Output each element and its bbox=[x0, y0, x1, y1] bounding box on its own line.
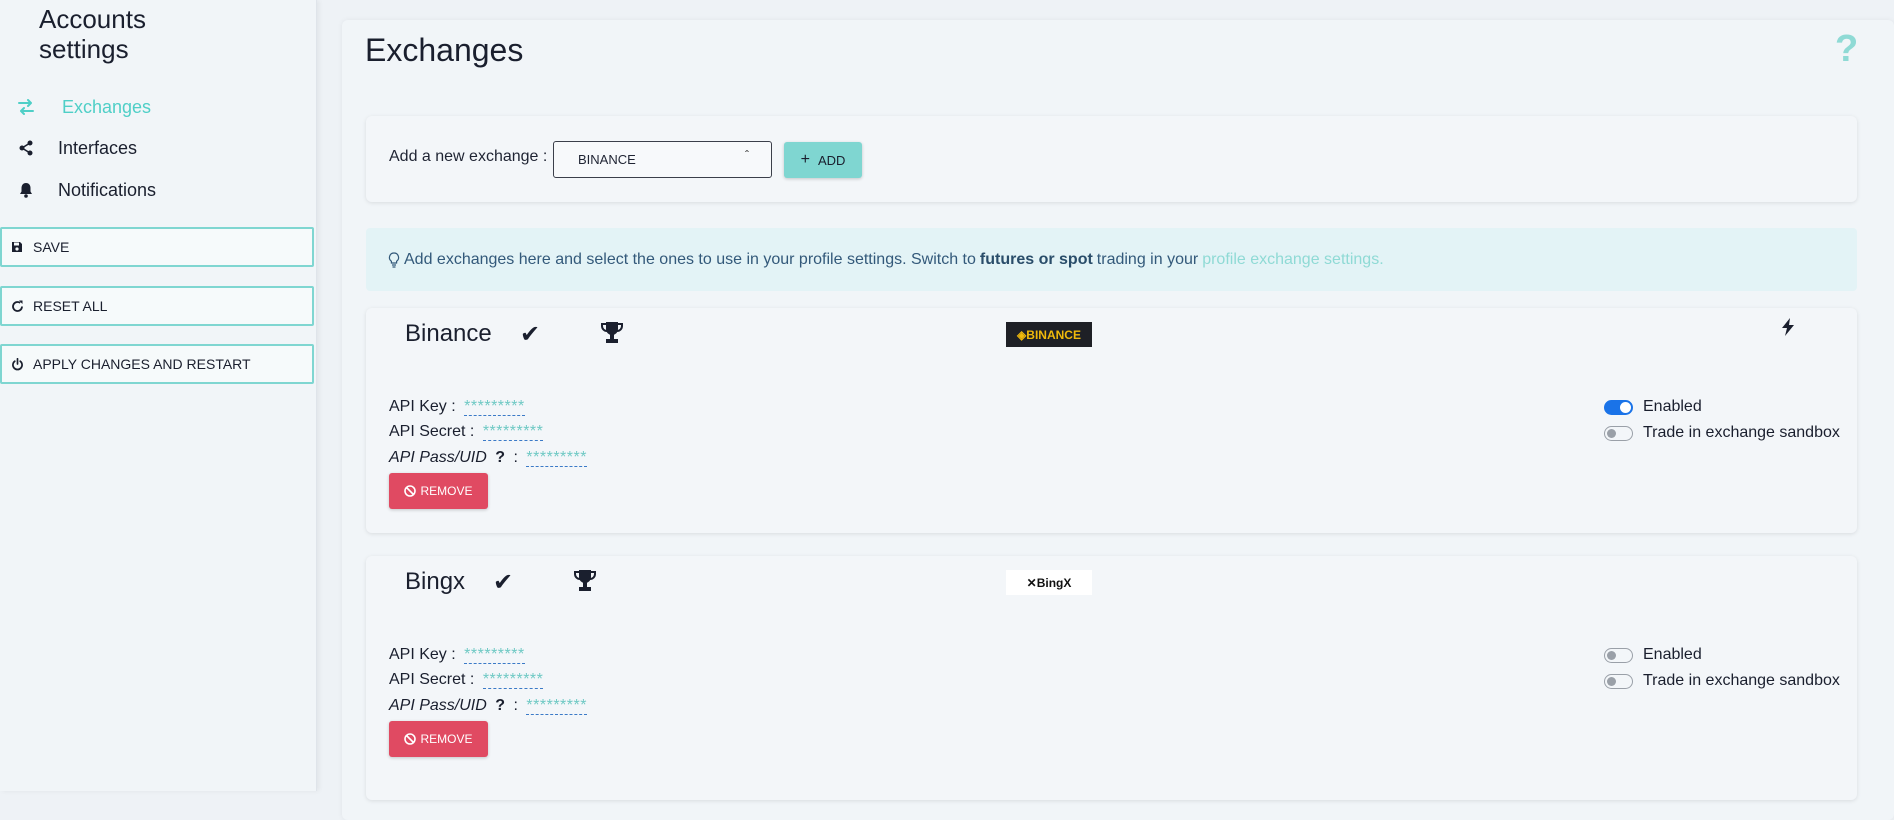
exchange-card-binance: Binance ✔ ◈BINANCE API Key : ********* A… bbox=[366, 308, 1857, 533]
reset-all-button[interactable]: RESET ALL bbox=[0, 286, 314, 326]
bolt-icon bbox=[1781, 318, 1795, 341]
arrows-exchange-icon bbox=[14, 99, 38, 115]
check-icon: ✔ bbox=[493, 569, 514, 596]
floppy-disk-icon bbox=[11, 241, 25, 253]
enabled-toggle[interactable] bbox=[1604, 399, 1633, 415]
sandbox-toggle[interactable] bbox=[1604, 673, 1633, 689]
info-banner: Add exchanges here and select the ones t… bbox=[366, 228, 1857, 291]
sidebar-item-exchanges[interactable]: Exchanges bbox=[14, 92, 151, 122]
exchange-card-bingx: Bingx ✔ ✕BingX API Key : ********* API S… bbox=[366, 556, 1857, 800]
help-question-icon[interactable]: ? bbox=[1835, 28, 1858, 71]
sidebar-item-notifications[interactable]: Notifications bbox=[14, 175, 156, 205]
api-secret-label: API Secret : bbox=[389, 671, 475, 688]
sidebar-title-line2: settings bbox=[39, 34, 129, 64]
api-key-row: API Key : ********* bbox=[389, 398, 525, 416]
save-button[interactable]: SAVE bbox=[0, 227, 314, 267]
sandbox-label: Trade in exchange sandbox bbox=[1643, 424, 1840, 441]
sidebar-title-line1: Accounts bbox=[39, 4, 146, 34]
api-key-row: API Key : ********* bbox=[389, 646, 525, 664]
api-pass-row: API Pass/UID ? : ********* bbox=[389, 697, 587, 715]
api-pass-label: API Pass/UID bbox=[389, 449, 487, 466]
share-nodes-icon bbox=[14, 140, 38, 156]
apply-changes-restart-button-label: APPLY CHANGES AND RESTART bbox=[33, 356, 251, 372]
api-pass-value[interactable]: ********* bbox=[526, 697, 587, 715]
sidebar-item-label: Exchanges bbox=[62, 96, 152, 117]
api-key-label: API Key : bbox=[389, 398, 456, 415]
sidebar: Accounts settings Exchanges Interfaces N… bbox=[0, 0, 317, 791]
api-pass-value[interactable]: ********* bbox=[526, 449, 587, 467]
sandbox-toggle[interactable] bbox=[1604, 425, 1633, 441]
sidebar-item-label: Notifications bbox=[58, 179, 157, 200]
api-pass-help-icon[interactable]: ? bbox=[495, 697, 505, 714]
info-bold: futures or spot bbox=[979, 250, 1093, 268]
bell-icon bbox=[14, 182, 38, 198]
info-text-after: trading in your bbox=[1096, 250, 1199, 268]
enabled-toggle[interactable] bbox=[1604, 647, 1633, 663]
page-title: Exchanges bbox=[365, 32, 524, 68]
api-secret-label: API Secret : bbox=[389, 423, 475, 440]
info-text-before: Add exchanges here and select the ones t… bbox=[404, 250, 976, 268]
remove-label: REMOVE bbox=[420, 484, 473, 498]
save-button-label: SAVE bbox=[33, 239, 70, 255]
sidebar-item-interfaces[interactable]: Interfaces bbox=[14, 133, 137, 163]
exchange-select[interactable]: BINANCE ˆ bbox=[553, 141, 772, 178]
sidebar-item-label: Interfaces bbox=[58, 137, 138, 158]
sandbox-label: Trade in exchange sandbox bbox=[1643, 672, 1840, 689]
api-secret-row: API Secret : ********* bbox=[389, 671, 544, 689]
enabled-label: Enabled bbox=[1643, 646, 1702, 663]
trophy-icon bbox=[599, 320, 625, 351]
ban-icon bbox=[404, 485, 417, 497]
apply-changes-restart-button[interactable]: APPLY CHANGES AND RESTART bbox=[0, 344, 314, 384]
api-secret-value[interactable]: ********* bbox=[482, 671, 544, 689]
binance-logo: ◈BINANCE bbox=[1006, 322, 1092, 347]
add-exchange-card: Add a new exchange : BINANCE ˆ + ADD bbox=[366, 116, 1857, 202]
profile-exchange-settings-link[interactable]: profile exchange settings. bbox=[1202, 251, 1383, 269]
power-icon bbox=[11, 357, 25, 371]
api-secret-value[interactable]: ********* bbox=[482, 423, 544, 441]
api-key-value[interactable]: ********* bbox=[464, 646, 525, 664]
ban-icon bbox=[404, 733, 417, 745]
enabled-label: Enabled bbox=[1643, 398, 1702, 415]
exchange-name: Bingx bbox=[405, 568, 466, 595]
exchange-name: Binance bbox=[405, 320, 492, 347]
api-pass-row: API Pass/UID ? : ********* bbox=[389, 449, 587, 467]
api-pass-help-icon[interactable]: ? bbox=[495, 449, 505, 466]
api-key-value[interactable]: ********* bbox=[464, 398, 525, 416]
lightbulb-icon bbox=[388, 251, 400, 268]
enabled-toggle-row: Enabled bbox=[1604, 398, 1702, 416]
enabled-toggle-row: Enabled bbox=[1604, 646, 1702, 664]
api-key-label: API Key : bbox=[389, 646, 456, 663]
refresh-icon bbox=[11, 300, 25, 313]
api-pass-label: API Pass/UID bbox=[389, 697, 487, 714]
exchange-select-value: BINANCE bbox=[578, 152, 636, 167]
api-pass-separator: : bbox=[513, 697, 518, 714]
trophy-icon bbox=[572, 568, 598, 599]
sandbox-toggle-row: Trade in exchange sandbox bbox=[1604, 424, 1840, 442]
reset-all-button-label: RESET ALL bbox=[33, 298, 108, 314]
sidebar-title: Accounts settings bbox=[39, 4, 239, 64]
add-exchange-button[interactable]: + ADD bbox=[784, 142, 862, 178]
remove-exchange-button[interactable]: REMOVE bbox=[389, 721, 488, 757]
api-pass-separator: : bbox=[513, 449, 518, 466]
plus-icon: + bbox=[800, 151, 810, 168]
add-button-label: ADD bbox=[817, 152, 846, 168]
main-panel: Exchanges ? Add a new exchange : BINANCE… bbox=[342, 20, 1894, 820]
remove-label: REMOVE bbox=[420, 732, 473, 746]
api-secret-row: API Secret : ********* bbox=[389, 423, 544, 441]
add-exchange-label: Add a new exchange : bbox=[389, 148, 548, 165]
remove-exchange-button[interactable]: REMOVE bbox=[389, 473, 488, 509]
caret-up-icon: ˆ bbox=[745, 148, 749, 162]
bingx-logo: ✕BingX bbox=[1006, 570, 1092, 595]
check-icon: ✔ bbox=[520, 321, 541, 348]
sandbox-toggle-row: Trade in exchange sandbox bbox=[1604, 672, 1840, 690]
